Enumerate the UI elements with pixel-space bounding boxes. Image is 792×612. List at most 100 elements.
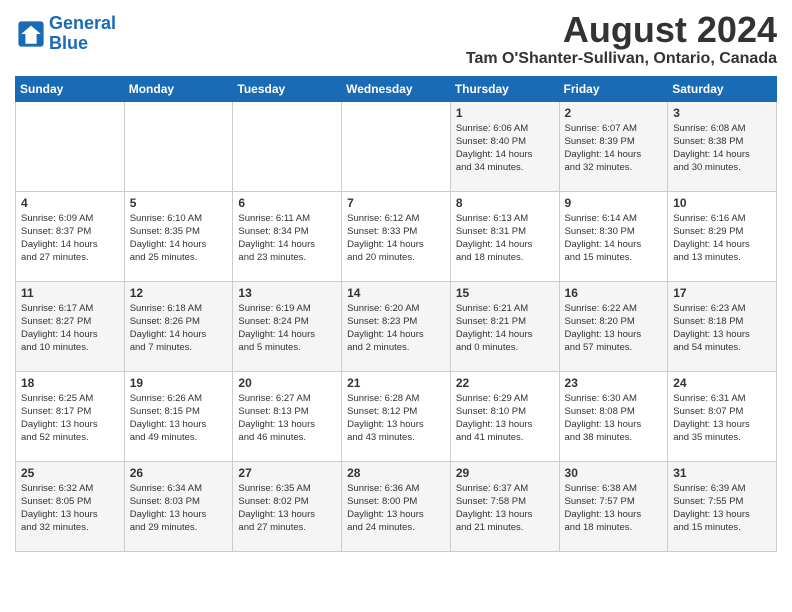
day-info: Sunrise: 6:31 AM Sunset: 8:07 PM Dayligh… [673,392,771,445]
day-number: 15 [456,286,554,300]
calendar-cell: 16 Sunrise: 6:22 AM Sunset: 8:20 PM Dayli… [559,281,668,371]
logo: General Blue [15,14,116,54]
day-info: Sunrise: 6:38 AM Sunset: 7:57 PM Dayligh… [565,482,663,535]
day-number: 22 [456,376,554,390]
day-number: 10 [673,196,771,210]
calendar-cell: 4 Sunrise: 6:09 AM Sunset: 8:37 PM Daylig… [16,191,125,281]
calendar-cell [124,101,233,191]
day-number: 29 [456,466,554,480]
day-number: 21 [347,376,445,390]
day-number: 25 [21,466,119,480]
day-info: Sunrise: 6:39 AM Sunset: 7:55 PM Dayligh… [673,482,771,535]
day-number: 8 [456,196,554,210]
logo-icon [17,20,45,48]
calendar-cell: 7 Sunrise: 6:12 AM Sunset: 8:33 PM Daylig… [342,191,451,281]
calendar-cell: 14 Sunrise: 6:20 AM Sunset: 8:23 PM Dayli… [342,281,451,371]
day-number: 24 [673,376,771,390]
day-info: Sunrise: 6:25 AM Sunset: 8:17 PM Dayligh… [21,392,119,445]
weekday-header-wednesday: Wednesday [342,76,451,101]
day-info: Sunrise: 6:30 AM Sunset: 8:08 PM Dayligh… [565,392,663,445]
calendar-cell: 21 Sunrise: 6:28 AM Sunset: 8:12 PM Dayli… [342,371,451,461]
day-number: 12 [130,286,228,300]
calendar-cell: 25Sunrise: 6:32 AM Sunset: 8:05 PM Dayli… [16,461,125,551]
weekday-header-tuesday: Tuesday [233,76,342,101]
calendar-cell: 27 Sunrise: 6:35 AM Sunset: 8:02 PM Dayli… [233,461,342,551]
title-section: August 2024 Tam O'Shanter-Sullivan, Onta… [466,10,777,68]
day-info: Sunrise: 6:07 AM Sunset: 8:39 PM Dayligh… [565,122,663,175]
weekday-header-saturday: Saturday [668,76,777,101]
day-number: 23 [565,376,663,390]
day-number: 5 [130,196,228,210]
day-info: Sunrise: 6:09 AM Sunset: 8:37 PM Dayligh… [21,212,119,265]
day-info: Sunrise: 6:08 AM Sunset: 8:38 PM Dayligh… [673,122,771,175]
day-info: Sunrise: 6:16 AM Sunset: 8:29 PM Dayligh… [673,212,771,265]
day-number: 27 [238,466,336,480]
day-number: 17 [673,286,771,300]
day-info: Sunrise: 6:20 AM Sunset: 8:23 PM Dayligh… [347,302,445,355]
day-info: Sunrise: 6:29 AM Sunset: 8:10 PM Dayligh… [456,392,554,445]
calendar-cell: 22 Sunrise: 6:29 AM Sunset: 8:10 PM Dayli… [450,371,559,461]
month-year-title: August 2024 [466,10,777,50]
calendar-cell [342,101,451,191]
day-number: 4 [21,196,119,210]
calendar-cell: 28 Sunrise: 6:36 AM Sunset: 8:00 PM Dayli… [342,461,451,551]
day-number: 14 [347,286,445,300]
calendar-cell: 23 Sunrise: 6:30 AM Sunset: 8:08 PM Dayli… [559,371,668,461]
day-number: 19 [130,376,228,390]
calendar-cell: 6 Sunrise: 6:11 AM Sunset: 8:34 PM Daylig… [233,191,342,281]
calendar-cell: 20Sunrise: 6:27 AM Sunset: 8:13 PM Dayli… [233,371,342,461]
location-subtitle: Tam O'Shanter-Sullivan, Ontario, Canada [466,50,777,68]
day-number: 31 [673,466,771,480]
day-number: 2 [565,106,663,120]
calendar-cell: 11Sunrise: 6:17 AM Sunset: 8:27 PM Dayli… [16,281,125,371]
day-info: Sunrise: 6:12 AM Sunset: 8:33 PM Dayligh… [347,212,445,265]
day-info: Sunrise: 6:06 AM Sunset: 8:40 PM Dayligh… [456,122,554,175]
day-number: 6 [238,196,336,210]
calendar-week-2: 4 Sunrise: 6:09 AM Sunset: 8:37 PM Daylig… [16,191,777,281]
day-info: Sunrise: 6:23 AM Sunset: 8:18 PM Dayligh… [673,302,771,355]
calendar-cell: 10 Sunrise: 6:16 AM Sunset: 8:29 PM Dayli… [668,191,777,281]
calendar-week-3: 11Sunrise: 6:17 AM Sunset: 8:27 PM Dayli… [16,281,777,371]
day-info: Sunrise: 6:28 AM Sunset: 8:12 PM Dayligh… [347,392,445,445]
day-info: Sunrise: 6:11 AM Sunset: 8:34 PM Dayligh… [238,212,336,265]
day-info: Sunrise: 6:22 AM Sunset: 8:20 PM Dayligh… [565,302,663,355]
day-info: Sunrise: 6:21 AM Sunset: 8:21 PM Dayligh… [456,302,554,355]
page-header: General Blue August 2024 Tam O'Shanter-S… [15,10,777,68]
calendar-cell: 5Sunrise: 6:10 AM Sunset: 8:35 PM Daylig… [124,191,233,281]
day-info: Sunrise: 6:34 AM Sunset: 8:03 PM Dayligh… [130,482,228,535]
day-info: Sunrise: 6:13 AM Sunset: 8:31 PM Dayligh… [456,212,554,265]
day-info: Sunrise: 6:14 AM Sunset: 8:30 PM Dayligh… [565,212,663,265]
day-number: 28 [347,466,445,480]
weekday-header-monday: Monday [124,76,233,101]
calendar-header: SundayMondayTuesdayWednesdayThursdayFrid… [16,76,777,101]
day-number: 16 [565,286,663,300]
calendar-cell: 1 Sunrise: 6:06 AM Sunset: 8:40 PM Daylig… [450,101,559,191]
calendar-cell: 13Sunrise: 6:19 AM Sunset: 8:24 PM Dayli… [233,281,342,371]
calendar-week-5: 25Sunrise: 6:32 AM Sunset: 8:05 PM Dayli… [16,461,777,551]
day-number: 1 [456,106,554,120]
calendar-cell: 9 Sunrise: 6:14 AM Sunset: 8:30 PM Daylig… [559,191,668,281]
calendar-cell: 30Sunrise: 6:38 AM Sunset: 7:57 PM Dayli… [559,461,668,551]
day-info: Sunrise: 6:36 AM Sunset: 8:00 PM Dayligh… [347,482,445,535]
day-number: 3 [673,106,771,120]
calendar-cell: 18Sunrise: 6:25 AM Sunset: 8:17 PM Dayli… [16,371,125,461]
calendar-cell: 26 Sunrise: 6:34 AM Sunset: 8:03 PM Dayli… [124,461,233,551]
calendar-cell: 29 Sunrise: 6:37 AM Sunset: 7:58 PM Dayli… [450,461,559,551]
day-info: Sunrise: 6:37 AM Sunset: 7:58 PM Dayligh… [456,482,554,535]
calendar-cell: 8 Sunrise: 6:13 AM Sunset: 8:31 PM Daylig… [450,191,559,281]
calendar-cell [233,101,342,191]
day-info: Sunrise: 6:35 AM Sunset: 8:02 PM Dayligh… [238,482,336,535]
day-number: 26 [130,466,228,480]
weekday-header-thursday: Thursday [450,76,559,101]
calendar-cell: 2 Sunrise: 6:07 AM Sunset: 8:39 PM Daylig… [559,101,668,191]
calendar-cell: 12Sunrise: 6:18 AM Sunset: 8:26 PM Dayli… [124,281,233,371]
day-number: 7 [347,196,445,210]
day-number: 13 [238,286,336,300]
calendar-cell: 19Sunrise: 6:26 AM Sunset: 8:15 PM Dayli… [124,371,233,461]
calendar-cell: 31 Sunrise: 6:39 AM Sunset: 7:55 PM Dayli… [668,461,777,551]
day-number: 20 [238,376,336,390]
logo-text: General Blue [49,14,116,54]
day-number: 11 [21,286,119,300]
day-number: 9 [565,196,663,210]
weekday-header-sunday: Sunday [16,76,125,101]
